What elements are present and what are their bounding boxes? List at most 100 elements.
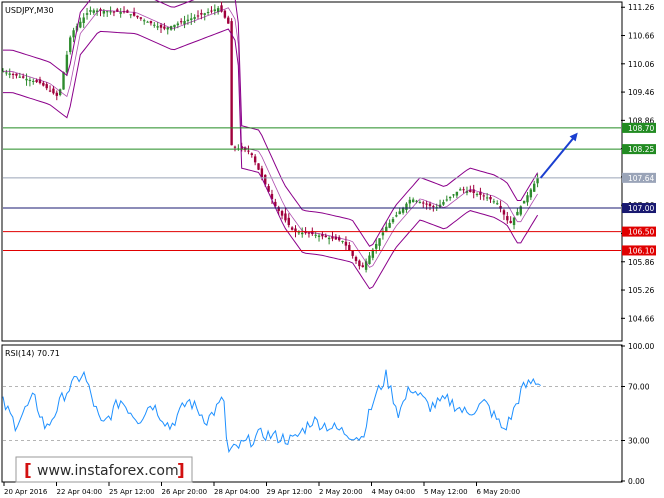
price-tick-label: 110.66 [628, 32, 654, 41]
price-tick-label: 111.26 [628, 3, 654, 12]
candle-body [455, 191, 459, 196]
candle-body [89, 10, 92, 12]
candle-body [408, 199, 412, 204]
candle-body [280, 211, 284, 216]
candle-body [85, 13, 89, 15]
candle-body [395, 215, 398, 217]
candle-body [358, 260, 361, 267]
candle-body [203, 13, 206, 15]
rsi-tick-label: 100.00 [628, 342, 654, 351]
candle-body [55, 92, 58, 96]
level-tag-label-106.10: 106.10 [628, 246, 654, 255]
candle-body [48, 90, 52, 92]
candle-body [253, 156, 257, 163]
candle-body [129, 14, 132, 16]
candle-body [492, 201, 496, 203]
candle-body [230, 21, 233, 146]
rsi-tick-label: 30.00 [628, 437, 650, 446]
candle-body [398, 211, 401, 215]
candle-body [79, 21, 82, 28]
time-tick-label: 22 Apr 04:00 [57, 488, 103, 496]
price-tick-label: 105.86 [628, 258, 654, 267]
candle-body [163, 26, 166, 29]
candle-body [344, 241, 348, 246]
candle-body [11, 73, 15, 75]
candle-body [314, 234, 317, 236]
price-tick-label: 109.46 [628, 88, 654, 97]
watermark-text: www.instaforex.com [37, 463, 179, 479]
candle-body [445, 199, 448, 201]
candle-body [388, 222, 391, 228]
candle-body [69, 37, 72, 53]
price-tick-label: 104.66 [628, 314, 654, 323]
candle-body [378, 238, 381, 246]
candle-body [176, 23, 180, 26]
candle-body [354, 257, 358, 262]
candle-body [529, 189, 533, 198]
candle-body [149, 21, 153, 24]
candle-body [28, 79, 32, 81]
candle-body [351, 251, 354, 256]
candle-body [327, 237, 331, 240]
candle-body [506, 216, 509, 221]
candle-body [452, 194, 455, 196]
candle-body [143, 20, 146, 22]
candle-body [422, 202, 425, 204]
candle-body [516, 211, 519, 216]
rsi-tick-label: 0.00 [628, 477, 645, 486]
candle-body [317, 235, 321, 237]
candle-body [284, 213, 287, 221]
candle-body [381, 232, 385, 236]
candle-body [348, 245, 351, 251]
chart-window[interactable]: 111.26110.66110.06109.46108.86108.26107.… [0, 0, 664, 498]
candle-body [42, 82, 45, 86]
time-tick-label: 29 Apr 12:00 [267, 488, 313, 496]
time-tick-label: 28 Apr 04:00 [214, 488, 260, 496]
rsi-title: RSI(14) 70.71 [5, 349, 60, 358]
candle-body [462, 189, 465, 191]
symbol-title: USDJPY,M30 [5, 6, 54, 15]
candle-body [102, 10, 106, 14]
candle-body [186, 19, 190, 21]
time-tick-label: 2 May 20:00 [319, 488, 363, 496]
candle-body [324, 235, 327, 238]
price-tick-label: 110.06 [628, 60, 654, 69]
time-tick-label: 4 May 04:00 [372, 488, 416, 496]
candle-body [411, 199, 415, 203]
candle-body [428, 203, 432, 206]
candle-body [45, 84, 48, 89]
watermark-bracket-left: [ [24, 461, 32, 481]
level-tag-label-107.00: 107.00 [628, 204, 654, 213]
candle-body [210, 10, 213, 12]
main-price-pane[interactable]: 111.26110.66110.06109.46108.86108.26107.… [1, 0, 656, 342]
candle-body [374, 243, 378, 249]
candle-body [475, 193, 479, 195]
candle-body [8, 73, 11, 75]
candle-body [109, 11, 112, 13]
candle-body [146, 21, 149, 23]
time-tick-label: 6 May 20:00 [477, 488, 521, 496]
candle-body [206, 11, 210, 13]
candle-body [65, 54, 69, 73]
candle-body [341, 240, 344, 242]
time-tick-label: 25 Apr 12:00 [109, 488, 155, 496]
candle-body [106, 11, 109, 13]
candle-body [112, 11, 116, 13]
rsi-tick-label: 70.00 [628, 383, 650, 392]
candle-body [119, 12, 122, 14]
candle-body [371, 249, 375, 258]
time-tick-label: 26 Apr 20:00 [162, 488, 208, 496]
candle-body [526, 195, 529, 203]
candle-body [136, 15, 139, 18]
watermark-logo: [ www.instaforex.com ] [15, 456, 193, 483]
candle-body [15, 73, 18, 76]
candle-body [250, 153, 253, 155]
candle-body [502, 210, 506, 215]
candle-body [166, 27, 169, 30]
candle-body [489, 196, 492, 200]
time-tick-label: 20 Apr 2016 [4, 488, 48, 496]
rsi-pane[interactable]: 100.00 70.00 30.00 0.00 RSI(14) 70.71 [ www… [1, 342, 654, 486]
candle-body [297, 232, 301, 234]
candle-body [301, 232, 304, 235]
candle-body [533, 183, 536, 192]
